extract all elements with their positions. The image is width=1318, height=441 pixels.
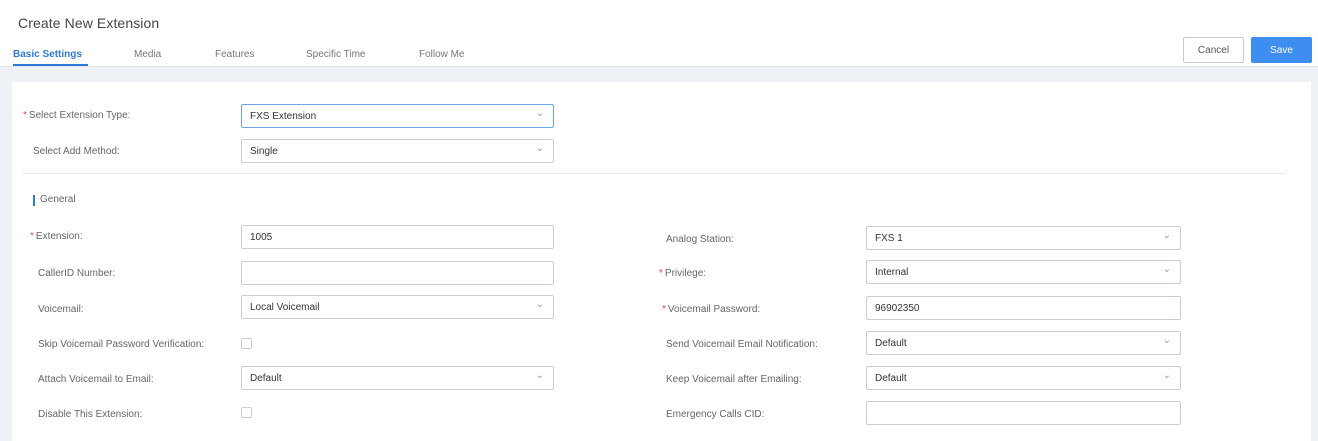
extension-type-select[interactable]: FXS Extension	[241, 104, 554, 128]
add-method-value: Single	[250, 145, 278, 157]
skip-voicemail-password-label: Skip Voicemail Password Verification:	[38, 339, 205, 350]
analog-station-select[interactable]: FXS 1	[866, 226, 1181, 250]
attach-voicemail-value: Default	[250, 372, 282, 384]
send-voicemail-email-label: Send Voicemail Email Notification:	[666, 339, 818, 350]
disable-extension-label: Disable This Extension:	[38, 409, 143, 420]
save-button[interactable]: Save	[1251, 37, 1312, 63]
extension-label: * Extension:	[30, 231, 83, 242]
voicemail-password-input[interactable]: 96902350	[866, 296, 1181, 320]
privilege-value: Internal	[875, 266, 909, 278]
emergency-cid-label: Emergency Calls CID:	[666, 409, 765, 420]
section-title-general: General	[40, 194, 76, 205]
attach-voicemail-select[interactable]: Default	[241, 366, 554, 390]
extension-label-text: Extension:	[35, 231, 83, 242]
attach-voicemail-label: Attach Voicemail to Email:	[38, 374, 154, 385]
tab-basic-settings[interactable]: Basic Settings	[13, 49, 82, 60]
page-title: Create New Extension	[18, 15, 160, 31]
extension-value: 1005	[250, 231, 273, 243]
header-bar: Create New Extension Basic Settings Medi…	[0, 0, 1318, 67]
divider	[22, 173, 1284, 174]
extension-type-value: FXS Extension	[250, 110, 317, 122]
voicemail-select[interactable]: Local Voicemail	[241, 295, 554, 319]
disable-extension-checkbox[interactable]	[241, 407, 252, 418]
add-method-select[interactable]: Single	[241, 139, 554, 163]
keep-voicemail-select[interactable]: Default	[866, 366, 1181, 390]
required-marker: *	[662, 304, 666, 315]
analog-station-value: FXS 1	[875, 232, 903, 244]
keep-voicemail-value: Default	[875, 372, 907, 384]
required-marker: *	[659, 268, 663, 279]
callerid-label: CallerID Number:	[38, 268, 116, 279]
extension-type-label: * Select Extension Type:	[23, 110, 130, 121]
voicemail-value: Local Voicemail	[250, 301, 320, 313]
voicemail-password-value: 96902350	[875, 302, 920, 314]
extension-input[interactable]: 1005	[241, 225, 554, 249]
required-marker: *	[30, 231, 34, 242]
page: Create New Extension Basic Settings Medi…	[0, 0, 1318, 441]
privilege-label-text: Privilege:	[664, 268, 707, 279]
voicemail-password-label-text: Voicemail Password:	[667, 304, 761, 315]
tab-specific-time[interactable]: Specific Time	[306, 49, 365, 60]
extension-type-label-text: Select Extension Type:	[28, 110, 131, 121]
skip-voicemail-password-checkbox[interactable]	[241, 338, 252, 349]
required-marker: *	[23, 110, 27, 121]
callerid-input[interactable]	[241, 261, 554, 285]
tab-features[interactable]: Features	[215, 49, 254, 60]
privilege-label: * Privilege:	[659, 268, 706, 279]
emergency-cid-input[interactable]	[866, 401, 1181, 425]
tab-media[interactable]: Media	[134, 49, 161, 60]
privilege-select[interactable]: Internal	[866, 260, 1181, 284]
voicemail-password-label: * Voicemail Password:	[662, 304, 760, 315]
tab-follow-me[interactable]: Follow Me	[419, 49, 465, 60]
keep-voicemail-label: Keep Voicemail after Emailing:	[666, 374, 802, 385]
analog-station-label: Analog Station:	[666, 234, 734, 245]
send-voicemail-email-select[interactable]: Default	[866, 331, 1181, 355]
cancel-button[interactable]: Cancel	[1183, 37, 1244, 63]
active-tab-indicator	[13, 64, 88, 66]
voicemail-label: Voicemail:	[38, 304, 84, 315]
add-method-label: Select Add Method:	[33, 146, 120, 157]
section-marker	[33, 195, 35, 206]
send-voicemail-email-value: Default	[875, 337, 907, 349]
